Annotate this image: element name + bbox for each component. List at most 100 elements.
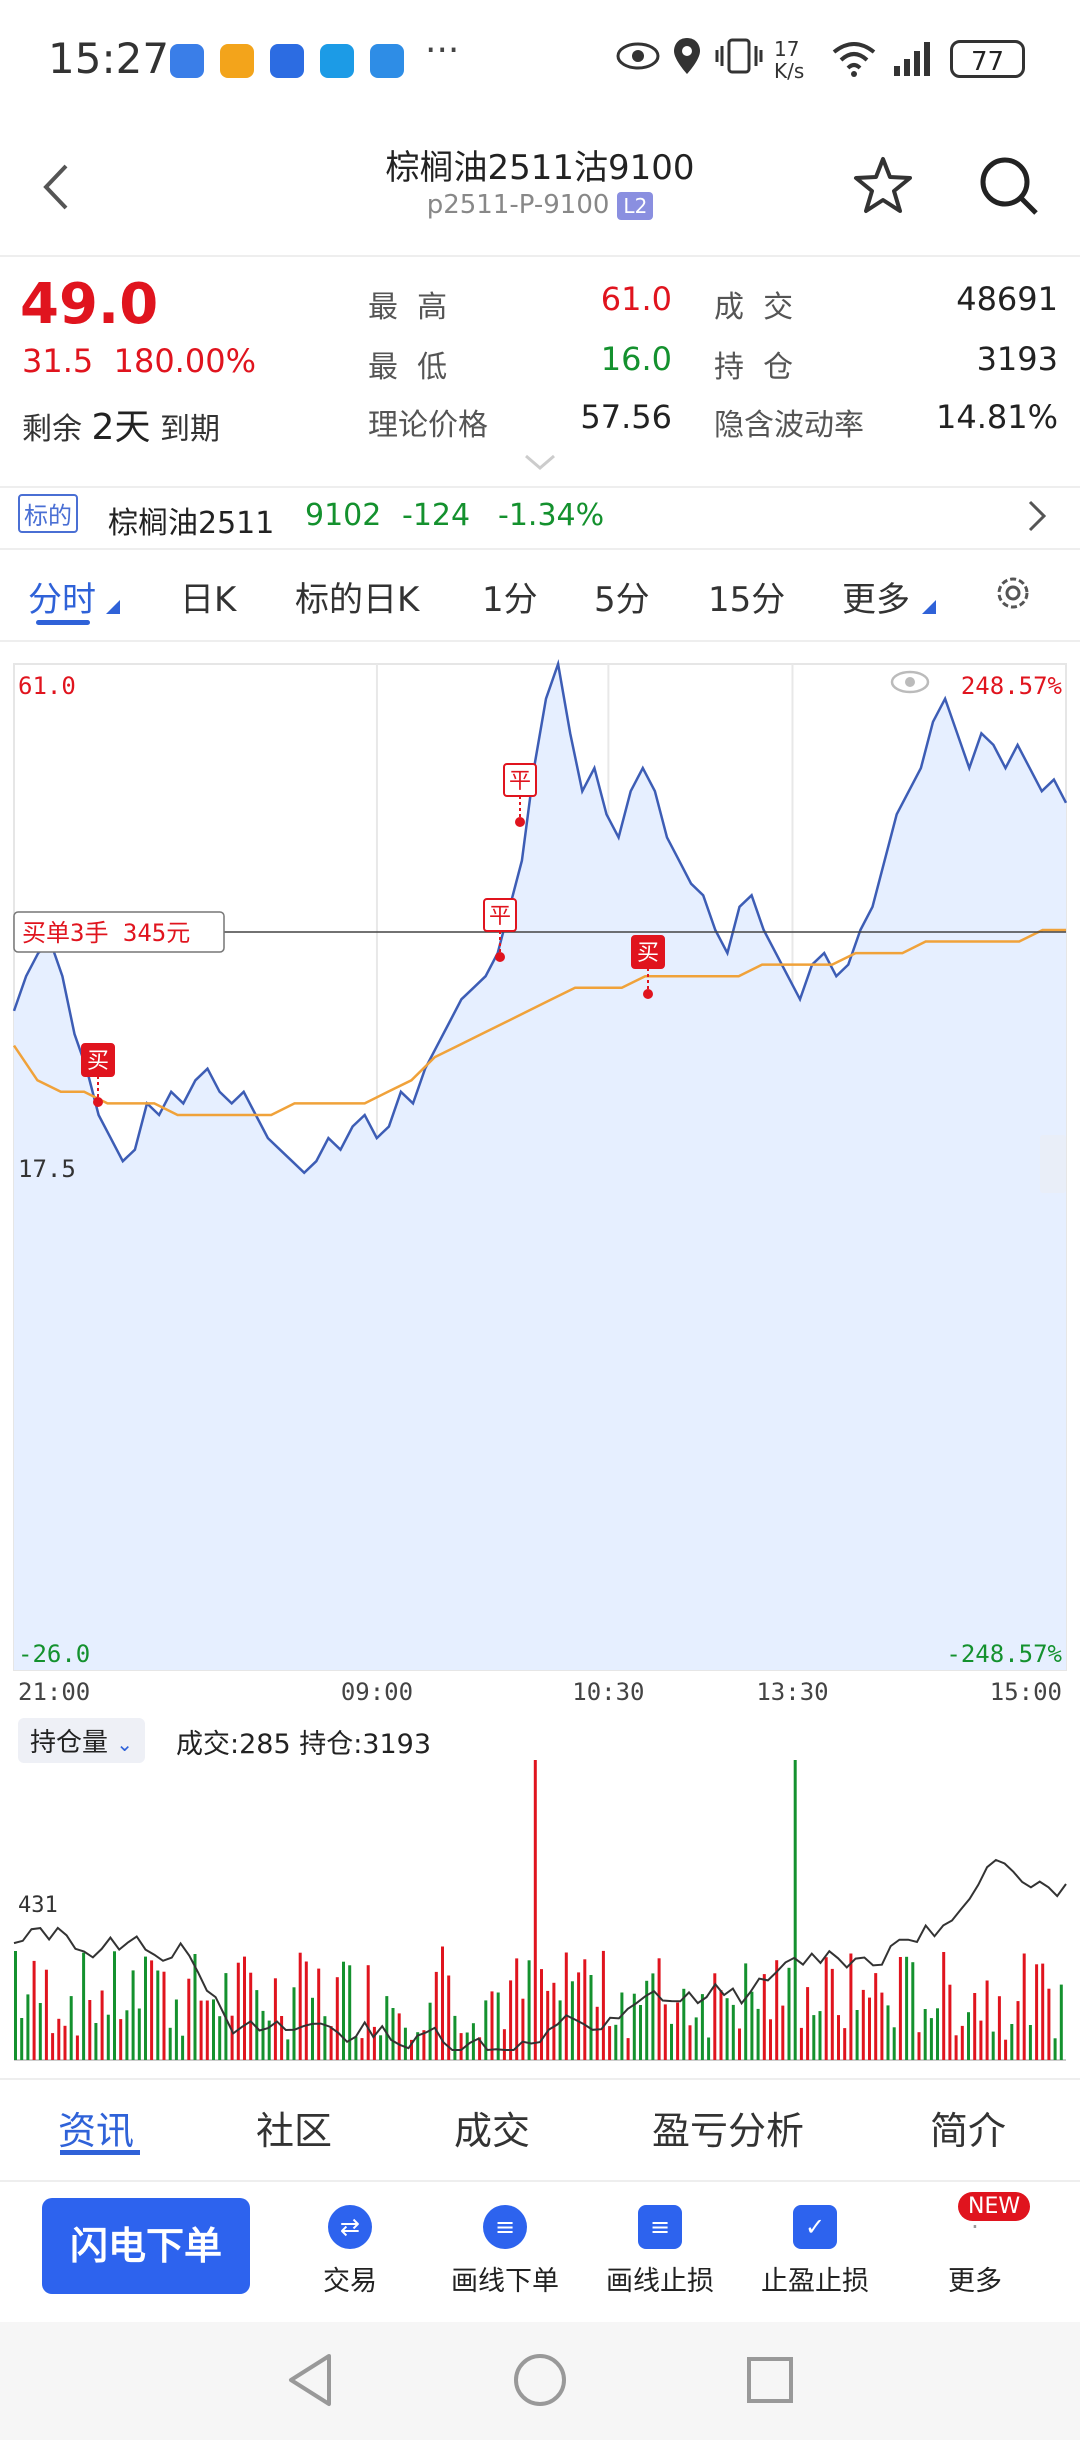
change-value: 31.5 [22, 342, 94, 380]
eye-icon [616, 42, 660, 70]
volume-bar-138 [868, 1997, 871, 2060]
volume-indicator-label: 持仓量 [30, 1728, 109, 1758]
line-stop-loss-action[interactable]: ≡ 画线止损 [590, 2205, 730, 2298]
volume-bar-18 [125, 2010, 129, 2060]
volume-bar-49 [317, 1968, 321, 2060]
tab-pnl-analysis[interactable]: 盈亏分析 [652, 2100, 804, 2155]
volume-bar-161 [1010, 2024, 1014, 2060]
volume-bar-121 [762, 1974, 766, 2060]
volume-indicator-select[interactable]: 持仓量 ⌄ [18, 1718, 146, 1763]
trade-mark-dot-2 [495, 952, 505, 962]
volume-bar-62 [397, 2013, 401, 2060]
volume-bar-22 [150, 1960, 154, 2060]
volume-bar-45 [292, 1987, 296, 2060]
volume-bar-5 [44, 1969, 48, 2060]
tab-community[interactable]: 社区 [256, 2100, 332, 2155]
volume-bar-61 [391, 2008, 395, 2060]
volume-bar-144 [905, 1956, 909, 2060]
tab-daily-k[interactable]: 日K [180, 572, 236, 621]
nav-back-icon[interactable] [285, 2352, 335, 2408]
tab-intraday[interactable]: 分时 [28, 572, 96, 621]
volume-bar-35 [230, 2015, 234, 2060]
volume-bar-122 [769, 2019, 772, 2060]
volume-bar-84 [533, 1760, 537, 2060]
tab-more[interactable]: 更多 [842, 572, 910, 621]
nav-home-icon[interactable] [512, 2352, 568, 2408]
price-area-fill [14, 664, 1066, 1670]
underlying-change: -124 [402, 498, 471, 533]
trade-mark-dot-3 [643, 989, 653, 999]
y-axis-top-label: 61.0 [18, 672, 76, 700]
volume-bar-101 [639, 2005, 642, 2060]
tab-1min[interactable]: 1分 [482, 572, 538, 621]
volume-bar-140 [880, 1992, 884, 2060]
volume-bar-132 [830, 1968, 834, 2060]
volume-bar-123 [775, 1960, 779, 2060]
page-title: 棕榈油2511沽9100 [385, 148, 695, 188]
tab-underlying-daily-k[interactable]: 标的日K [295, 572, 419, 621]
tab-5min[interactable]: 5分 [594, 572, 650, 621]
volume-bar-44 [286, 2039, 290, 2060]
stat-theory-value: 57.56 [580, 398, 672, 436]
volume-bar-143 [898, 1957, 902, 2060]
expiry-remaining: 剩余 2天 到期 [22, 398, 220, 450]
flash-order-button[interactable]: 闪电下单 [42, 2198, 250, 2294]
volume-bar-88 [558, 2000, 562, 2060]
take-profit-stop-loss-action[interactable]: ✓ 止盈止损 [745, 2205, 885, 2298]
volume-bar-128 [806, 1987, 810, 2060]
info-tabs [0, 2078, 1080, 2182]
tab-trades[interactable]: 成交 [454, 2100, 530, 2155]
remaining-value: 2天 [91, 407, 151, 448]
underlying-change-percent: -1.34% [498, 498, 605, 533]
tab-news[interactable]: 资讯 [58, 2100, 134, 2155]
remaining-label: 剩余 [22, 412, 82, 447]
line-order-icon: ≡ [483, 2205, 527, 2249]
volume-bar-103 [651, 1973, 655, 2060]
volume-bar-68 [434, 1971, 438, 2060]
volume-bar-124 [781, 2005, 785, 2060]
volume-bar-135 [849, 1953, 853, 2060]
volume-bar-51 [329, 2026, 333, 2060]
volume-bar-76 [484, 2000, 488, 2060]
volume-bar-80 [509, 1980, 513, 2060]
tab-profile[interactable]: 简介 [930, 2100, 1006, 2155]
intraday-chart[interactable]: 买单3手 345元买平平买61.017.5-26.0248.57%-248.57… [0, 650, 1080, 1770]
contract-code: p2511-P-9100 [426, 190, 610, 220]
volume-bar-157 [985, 1980, 989, 2060]
trade-mark-1: 平 [509, 769, 531, 794]
volume-bar-141 [886, 2005, 890, 2060]
volume-bar-110 [694, 2017, 698, 2060]
trade-mark-0: 买 [87, 1049, 109, 1074]
line-order-action[interactable]: ≡ 画线下单 [435, 2205, 575, 2298]
volume-bar-117 [738, 2028, 741, 2060]
volume-bar-149 [936, 2008, 939, 2060]
stat-iv-label: 隐含波动率 [714, 408, 864, 443]
nav-recents-icon[interactable] [745, 2355, 795, 2405]
location-icon [674, 38, 700, 74]
y-axis-bottom-label: -26.0 [18, 1640, 90, 1668]
expand-chevron-icon[interactable] [522, 452, 558, 472]
search-icon[interactable] [978, 155, 1040, 217]
tab-15min[interactable]: 15分 [708, 572, 785, 621]
settings-gear-icon[interactable] [992, 572, 1034, 614]
chevron-right-icon[interactable] [1026, 498, 1048, 534]
trade-mark-3: 买 [637, 941, 659, 966]
volume-bar-10 [75, 2035, 79, 2060]
tab-intraday-arrow-icon [106, 600, 120, 614]
volume-bar-59 [379, 2035, 383, 2060]
vibrate-icon [715, 38, 763, 74]
volume-bar-131 [824, 1957, 828, 2060]
trade-action[interactable]: ⇄ 交易 [280, 2205, 420, 2298]
volume-bar-111 [700, 1994, 704, 2060]
stat-oi-value: 3193 [976, 340, 1058, 378]
star-icon[interactable] [852, 155, 914, 215]
chart-tabs [0, 548, 1080, 642]
volume-bar-104 [657, 1958, 661, 2060]
volume-bar-146 [917, 2032, 921, 2060]
wifi-icon [832, 42, 876, 77]
volume-bar-147 [923, 2009, 927, 2060]
underlying-name: 棕榈油2511 [108, 506, 275, 541]
volume-bar-25 [168, 2027, 172, 2060]
volume-bar-14 [100, 1990, 104, 2060]
volume-bar-120 [756, 2008, 760, 2060]
